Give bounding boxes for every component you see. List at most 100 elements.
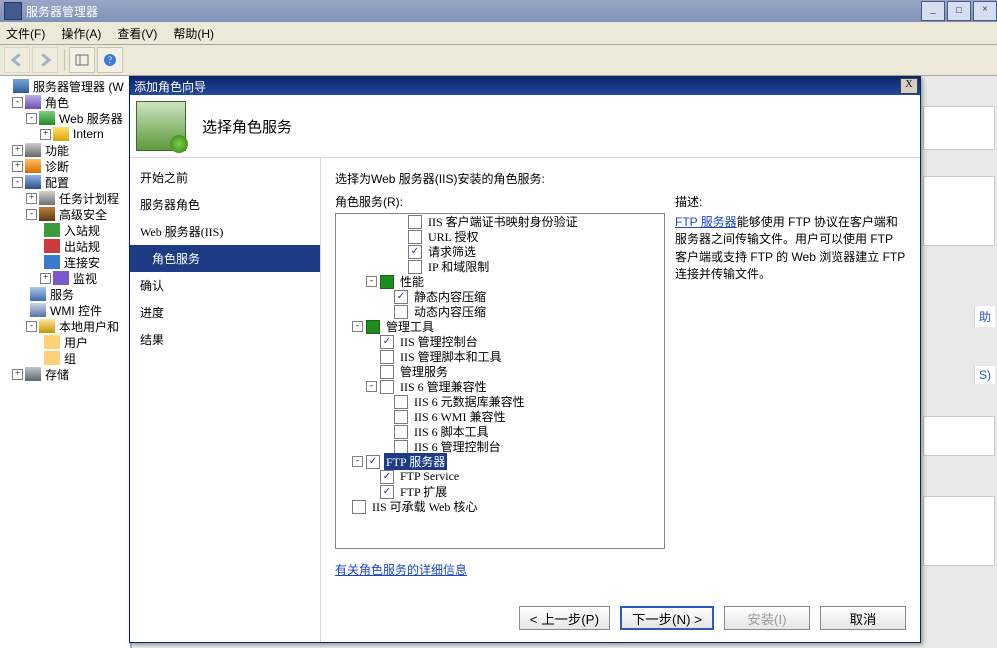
expand-task[interactable]: + bbox=[26, 193, 37, 204]
cb-mgmt-service[interactable] bbox=[380, 365, 394, 379]
next-button[interactable]: 下一步(N) > bbox=[620, 606, 714, 630]
cb-hostable-core[interactable] bbox=[352, 500, 366, 514]
tree-outbound[interactable]: 出站规 bbox=[62, 238, 102, 255]
wizard-header-icon bbox=[136, 101, 186, 151]
tree-local-users[interactable]: 本地用户和 bbox=[57, 318, 121, 335]
tree-roles[interactable]: 角色 bbox=[43, 94, 71, 111]
expand-storage[interactable]: + bbox=[12, 369, 23, 380]
description-keyword-link[interactable]: FTP 服务器 bbox=[675, 215, 737, 229]
cb-ftp-service[interactable] bbox=[380, 470, 394, 484]
help-button[interactable]: ? bbox=[97, 47, 123, 73]
tree-services[interactable]: 服务 bbox=[48, 286, 76, 303]
expand-internet[interactable]: + bbox=[40, 129, 51, 140]
expand-lug[interactable]: - bbox=[26, 321, 37, 332]
cb-iis6-console[interactable] bbox=[394, 440, 408, 454]
wizard-nav: 开始之前 服务器角色 Web 服务器(IIS) 角色服务 确认 进度 结果 bbox=[130, 158, 321, 642]
expand-diag[interactable]: + bbox=[12, 161, 23, 172]
tree-internet[interactable]: Intern bbox=[71, 127, 106, 141]
svc-ftp-service[interactable]: FTP Service bbox=[398, 469, 461, 484]
tree-web-server[interactable]: Web 服务器 bbox=[57, 110, 125, 127]
nav-web-iis[interactable]: Web 服务器(IIS) bbox=[130, 218, 320, 245]
menu-bar: 文件(F) 操作(A) 查看(V) 帮助(H) bbox=[0, 22, 997, 45]
cb-performance[interactable] bbox=[380, 275, 394, 289]
nav-server-roles[interactable]: 服务器角色 bbox=[130, 191, 320, 218]
tree-groups[interactable]: 组 bbox=[62, 350, 78, 367]
nav-progress[interactable]: 进度 bbox=[130, 299, 320, 326]
expand-web[interactable]: - bbox=[26, 113, 37, 124]
fragment-help: 助 bbox=[974, 306, 995, 327]
expand-roles[interactable]: - bbox=[12, 97, 23, 108]
nav-confirm[interactable]: 确认 bbox=[130, 272, 320, 299]
cb-ftp-server[interactable] bbox=[366, 455, 380, 469]
svc-ftp-server[interactable]: FTP 服务器 bbox=[384, 453, 447, 470]
more-info-link[interactable]: 有关角色服务的详细信息 bbox=[335, 563, 467, 577]
add-roles-wizard: 添加角色向导 X 选择角色服务 开始之前 服务器角色 Web 服务器(IIS) … bbox=[129, 76, 921, 643]
window-titlebar: 服务器管理器 _ □ × bbox=[0, 0, 997, 22]
nav-before[interactable]: 开始之前 bbox=[130, 164, 320, 191]
menu-help[interactable]: 帮助(H) bbox=[173, 25, 214, 42]
expand-monitor[interactable]: + bbox=[40, 273, 51, 284]
console-tree[interactable]: 服务器管理器 (W -角色 -Web 服务器 +Intern +功能 +诊断 -… bbox=[0, 76, 132, 648]
wizard-header: 选择角色服务 bbox=[130, 95, 920, 157]
role-services-list[interactable]: IIS 客户端证书映射身份验证 URL 授权 请求筛选 IP 和域限制 -性能 … bbox=[335, 213, 665, 549]
tree-task-scheduler[interactable]: 任务计划程 bbox=[57, 190, 121, 207]
svc-hostable-core[interactable]: IIS 可承载 Web 核心 bbox=[370, 498, 479, 515]
wizard-heading: 选择角色服务 bbox=[202, 116, 292, 137]
menu-file[interactable]: 文件(F) bbox=[6, 25, 45, 42]
tree-connsec[interactable]: 连接安 bbox=[62, 254, 102, 271]
cb-url-auth[interactable] bbox=[408, 230, 422, 244]
menu-action[interactable]: 操作(A) bbox=[61, 25, 101, 42]
cb-iis6-metabase[interactable] bbox=[394, 395, 408, 409]
maximize-button[interactable]: □ bbox=[947, 1, 971, 21]
nav-role-services[interactable]: 角色服务 bbox=[130, 245, 320, 272]
cb-ftp-ext[interactable] bbox=[380, 485, 394, 499]
description-pane: 描述: FTP 服务器能够使用 FTP 协议在客户端和服务器之间传输文件。用户可… bbox=[675, 193, 906, 578]
app-icon bbox=[4, 2, 22, 20]
toolbar: ? bbox=[0, 45, 997, 76]
pm-iis6[interactable]: - bbox=[366, 381, 377, 392]
tree-diagnostics[interactable]: 诊断 bbox=[43, 158, 71, 175]
cb-iis-client-cert[interactable] bbox=[408, 215, 422, 229]
wizard-title: 添加角色向导 bbox=[134, 78, 206, 95]
expand-config[interactable]: - bbox=[12, 177, 23, 188]
services-label: 角色服务(R): bbox=[335, 193, 665, 213]
tree-monitoring[interactable]: 监视 bbox=[71, 270, 99, 287]
nav-results[interactable]: 结果 bbox=[130, 326, 320, 353]
tree-features[interactable]: 功能 bbox=[43, 142, 71, 159]
cb-iis-console[interactable] bbox=[380, 335, 394, 349]
cb-ip-domain[interactable] bbox=[408, 260, 422, 274]
cb-mgmt-tools[interactable] bbox=[366, 320, 380, 334]
tree-inbound[interactable]: 入站规 bbox=[62, 222, 102, 239]
wizard-titlebar: 添加角色向导 X bbox=[130, 77, 920, 95]
wizard-prompt: 选择为Web 服务器(IIS)安装的角色服务: bbox=[335, 168, 906, 193]
nav-back-button[interactable] bbox=[4, 47, 30, 73]
svc-ip-domain[interactable]: IP 和域限制 bbox=[426, 258, 491, 275]
cb-static-compress[interactable] bbox=[394, 290, 408, 304]
cb-iis6-wmi[interactable] bbox=[394, 410, 408, 424]
wizard-close-button[interactable]: X bbox=[900, 78, 918, 94]
close-button[interactable]: × bbox=[973, 1, 997, 21]
cb-iis6-scripting[interactable] bbox=[394, 425, 408, 439]
show-hide-tree-button[interactable] bbox=[69, 47, 95, 73]
tree-wmi[interactable]: WMI 控件 bbox=[48, 302, 104, 319]
cb-iis-scripts[interactable] bbox=[380, 350, 394, 364]
tree-adv-firewall[interactable]: 高级安全 bbox=[57, 206, 109, 223]
install-button[interactable]: 安装(I) bbox=[724, 606, 810, 630]
tree-storage[interactable]: 存储 bbox=[43, 366, 71, 383]
pm-mgmt-tools[interactable]: - bbox=[352, 321, 363, 332]
cb-request-filter[interactable] bbox=[408, 245, 422, 259]
tree-configuration[interactable]: 配置 bbox=[43, 174, 71, 191]
cancel-button[interactable]: 取消 bbox=[820, 606, 906, 630]
tree-root[interactable]: 服务器管理器 (W bbox=[31, 78, 126, 95]
expand-features[interactable]: + bbox=[12, 145, 23, 156]
menu-view[interactable]: 查看(V) bbox=[117, 25, 157, 42]
pm-ftp[interactable]: - bbox=[352, 456, 363, 467]
cb-dynamic-compress[interactable] bbox=[394, 305, 408, 319]
tree-users[interactable]: 用户 bbox=[62, 334, 90, 351]
minimize-button[interactable]: _ bbox=[921, 1, 945, 21]
pm-performance[interactable]: - bbox=[366, 276, 377, 287]
prev-button[interactable]: < 上一步(P) bbox=[519, 606, 610, 630]
cb-iis6-compat[interactable] bbox=[380, 380, 394, 394]
expand-firewall[interactable]: - bbox=[26, 209, 37, 220]
nav-forward-button[interactable] bbox=[32, 47, 58, 73]
